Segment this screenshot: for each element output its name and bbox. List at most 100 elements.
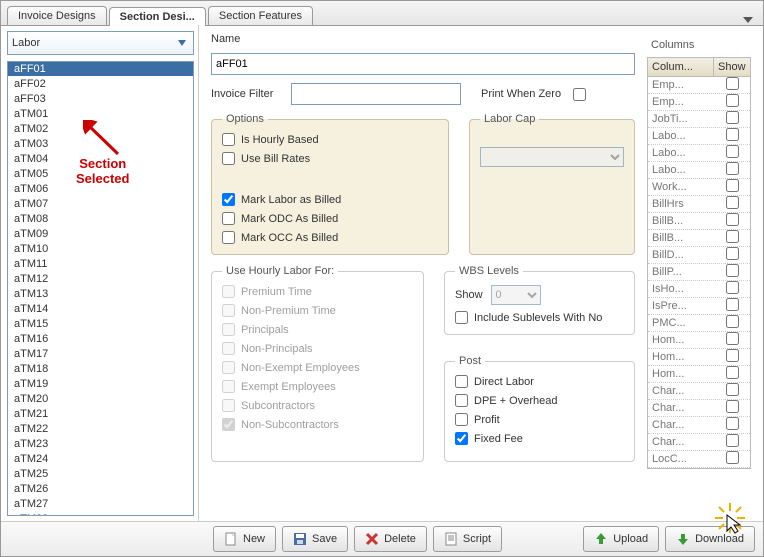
columns-show-checkbox[interactable]: [726, 349, 739, 362]
columns-row[interactable]: Emp...: [648, 77, 750, 94]
columns-show-checkbox[interactable]: [726, 264, 739, 277]
columns-row[interactable]: Char...: [648, 383, 750, 400]
columns-show-checkbox[interactable]: [726, 213, 739, 226]
columns-row[interactable]: Char...: [648, 400, 750, 417]
columns-row[interactable]: Emp...: [648, 94, 750, 111]
list-item[interactable]: aTM11: [8, 257, 193, 272]
columns-row[interactable]: IsPre...: [648, 298, 750, 315]
tab-section-features[interactable]: Section Features: [208, 6, 313, 25]
list-item[interactable]: aTM13: [8, 287, 193, 302]
columns-row[interactable]: IsHo...: [648, 281, 750, 298]
list-item[interactable]: aTM22: [8, 422, 193, 437]
columns-row[interactable]: BillB...: [648, 230, 750, 247]
list-item[interactable]: aTM04: [8, 152, 193, 167]
list-item[interactable]: aTM26: [8, 482, 193, 497]
delete-button[interactable]: Delete: [354, 526, 427, 552]
list-item[interactable]: aTM28: [8, 512, 193, 516]
list-item[interactable]: aTM02: [8, 122, 193, 137]
list-item[interactable]: aTM20: [8, 392, 193, 407]
columns-show-checkbox[interactable]: [726, 77, 739, 90]
columns-row[interactable]: JobTi...: [648, 111, 750, 128]
tab-section-designs[interactable]: Section Desi...: [109, 7, 206, 26]
columns-show-checkbox[interactable]: [726, 94, 739, 107]
list-item[interactable]: aTM12: [8, 272, 193, 287]
columns-show-checkbox[interactable]: [726, 332, 739, 345]
columns-show-checkbox[interactable]: [726, 247, 739, 260]
list-item[interactable]: aTM09: [8, 227, 193, 242]
list-item[interactable]: aTM14: [8, 302, 193, 317]
columns-show-checkbox[interactable]: [726, 145, 739, 158]
list-item[interactable]: aTM15: [8, 317, 193, 332]
print-when-zero-checkbox[interactable]: [573, 88, 586, 101]
list-item[interactable]: aTM24: [8, 452, 193, 467]
columns-show-checkbox[interactable]: [726, 366, 739, 379]
list-item[interactable]: aTM27: [8, 497, 193, 512]
wbs-show-select[interactable]: 0: [491, 285, 541, 305]
columns-row[interactable]: BillB...: [648, 213, 750, 230]
list-item[interactable]: aTM08: [8, 212, 193, 227]
columns-row[interactable]: Char...: [648, 434, 750, 451]
list-item[interactable]: aFF01: [8, 62, 193, 77]
list-item[interactable]: aTM18: [8, 362, 193, 377]
post-checkbox[interactable]: Direct Labor: [455, 375, 624, 388]
list-item[interactable]: aTM07: [8, 197, 193, 212]
post-checkbox[interactable]: Profit: [455, 413, 624, 426]
columns-show-checkbox[interactable]: [726, 281, 739, 294]
columns-show-checkbox[interactable]: [726, 179, 739, 192]
columns-show-checkbox[interactable]: [726, 417, 739, 430]
name-input[interactable]: [211, 53, 635, 75]
list-item[interactable]: aFF02: [8, 77, 193, 92]
list-item[interactable]: aTM19: [8, 377, 193, 392]
invoice-filter-input[interactable]: [291, 83, 461, 105]
list-item[interactable]: aTM10: [8, 242, 193, 257]
columns-show-checkbox[interactable]: [726, 434, 739, 447]
columns-row[interactable]: Labo...: [648, 145, 750, 162]
use-bill-rates-checkbox[interactable]: Use Bill Rates: [222, 152, 319, 165]
list-item[interactable]: aTM03: [8, 137, 193, 152]
list-item[interactable]: aTM17: [8, 347, 193, 362]
columns-show-checkbox[interactable]: [726, 196, 739, 209]
columns-row[interactable]: Work...: [648, 179, 750, 196]
columns-row[interactable]: Hom...: [648, 366, 750, 383]
columns-row[interactable]: LocC...: [648, 451, 750, 468]
columns-row[interactable]: BillHrs: [648, 196, 750, 213]
list-item[interactable]: aTM05: [8, 167, 193, 182]
list-item[interactable]: aTM25: [8, 467, 193, 482]
mark-odc-checkbox[interactable]: Mark ODC As Billed: [222, 212, 341, 225]
columns-row[interactable]: Labo...: [648, 128, 750, 145]
columns-show-checkbox[interactable]: [726, 230, 739, 243]
post-checkbox[interactable]: Fixed Fee: [455, 432, 624, 445]
columns-row[interactable]: Hom...: [648, 332, 750, 349]
columns-row[interactable]: PMC...: [648, 315, 750, 332]
wbs-include-checkbox[interactable]: Include Sublevels With No: [455, 311, 624, 324]
columns-show-checkbox[interactable]: [726, 451, 739, 464]
columns-show-checkbox[interactable]: [726, 383, 739, 396]
columns-show-checkbox[interactable]: [726, 162, 739, 175]
list-item[interactable]: aFF03: [8, 92, 193, 107]
download-button[interactable]: Download: [665, 526, 755, 552]
columns-row[interactable]: Hom...: [648, 349, 750, 366]
columns-show-checkbox[interactable]: [726, 298, 739, 311]
upload-button[interactable]: Upload: [583, 526, 659, 552]
columns-show-checkbox[interactable]: [726, 315, 739, 328]
columns-header-show[interactable]: Show: [714, 58, 750, 76]
tab-overflow-icon[interactable]: [743, 15, 753, 25]
columns-header-name[interactable]: Colum...: [648, 58, 714, 76]
mark-labor-checkbox[interactable]: Mark Labor as Billed: [222, 193, 341, 206]
columns-row[interactable]: BillP...: [648, 264, 750, 281]
post-checkbox[interactable]: DPE + Overhead: [455, 394, 624, 407]
tab-invoice-designs[interactable]: Invoice Designs: [7, 6, 107, 25]
columns-show-checkbox[interactable]: [726, 111, 739, 124]
columns-row[interactable]: Char...: [648, 417, 750, 434]
list-item[interactable]: aTM16: [8, 332, 193, 347]
section-type-combo[interactable]: Labor: [7, 31, 194, 55]
columns-row[interactable]: BillD...: [648, 247, 750, 264]
columns-show-checkbox[interactable]: [726, 400, 739, 413]
list-item[interactable]: aTM06: [8, 182, 193, 197]
list-item[interactable]: aTM01: [8, 107, 193, 122]
script-button[interactable]: Script: [433, 526, 502, 552]
list-item[interactable]: aTM23: [8, 437, 193, 452]
labor-cap-select[interactable]: [480, 147, 624, 167]
mark-occ-checkbox[interactable]: Mark OCC As Billed: [222, 231, 341, 244]
list-item[interactable]: aTM21: [8, 407, 193, 422]
